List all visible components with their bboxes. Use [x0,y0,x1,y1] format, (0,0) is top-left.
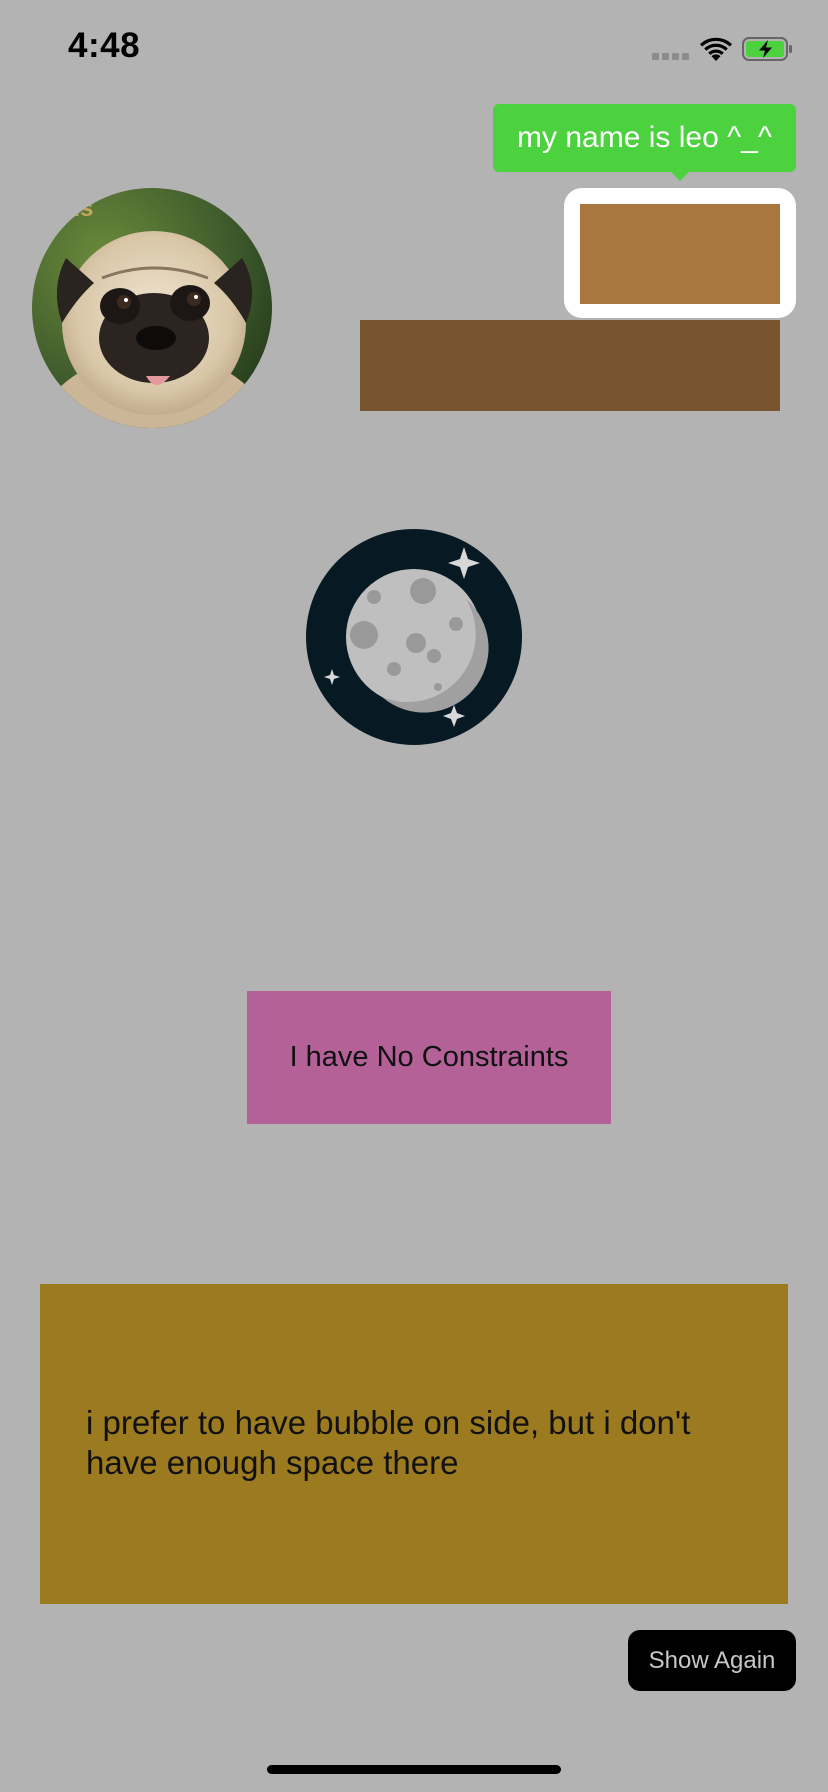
tooltip-bubble: my name is leo ^_^ [493,104,796,172]
info-box: i prefer to have bubble on side, but i d… [40,1284,788,1604]
home-indicator[interactable] [267,1765,561,1774]
no-constraints-label: I have No Constraints [247,991,611,1124]
moon-image [306,529,522,745]
highlighted-view[interactable] [580,204,780,304]
info-box-text: i prefer to have bubble on side, but i d… [86,1404,691,1481]
tooltip-pointer [670,171,690,181]
brown-view [360,320,780,411]
svg-text:als: als [60,195,93,222]
battery-charging-icon [742,37,792,61]
no-constraints-text: I have No Constraints [289,1041,569,1073]
wifi-icon [700,37,732,61]
pug-avatar-image: als [32,188,272,428]
cellular-signal-icon [652,53,690,61]
status-time: 4:48 [68,26,141,65]
show-again-button[interactable]: Show Again [628,1630,796,1691]
